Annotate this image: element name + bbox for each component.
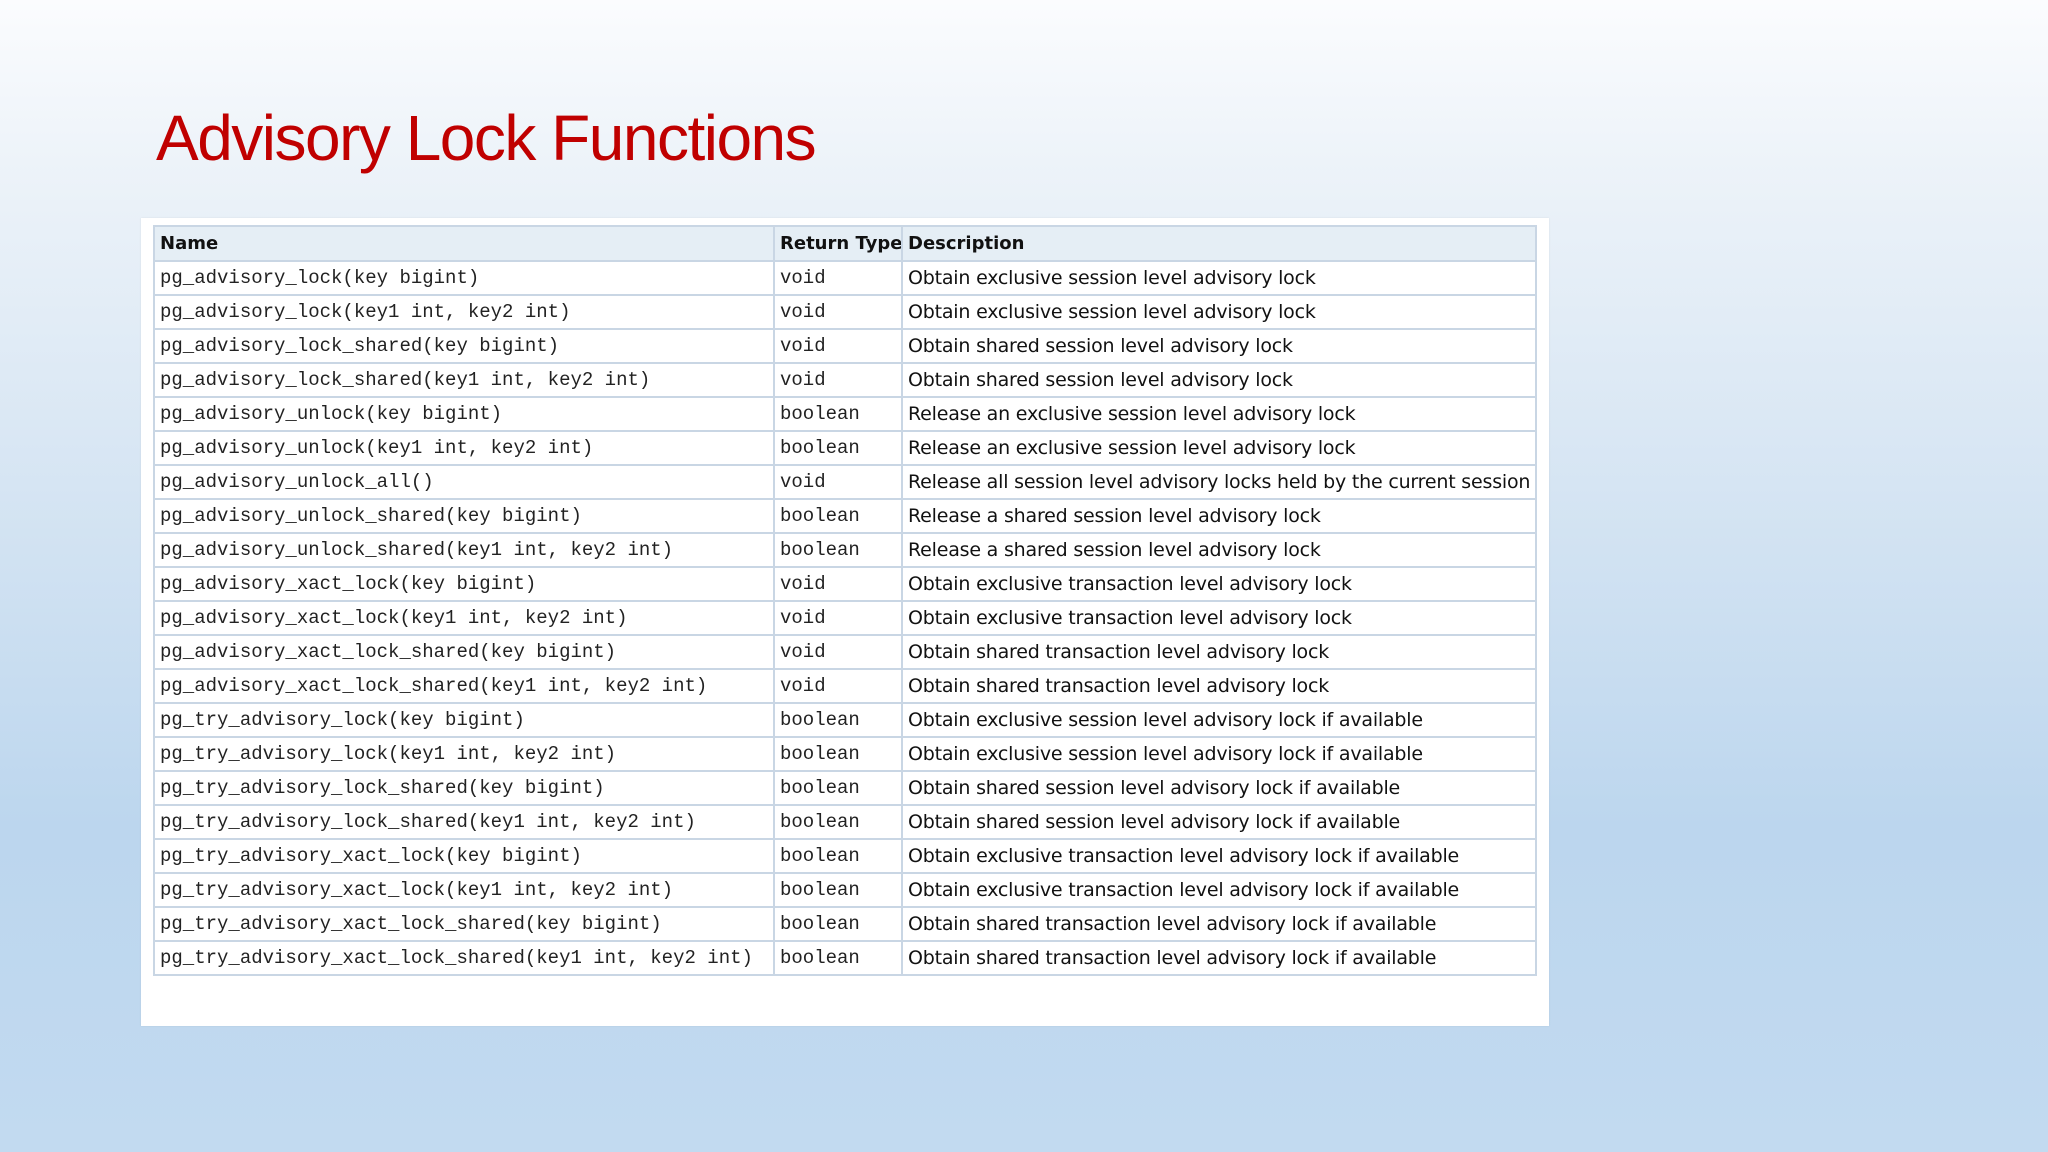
table-row: pg_advisory_lock_shared(key bigint) void O… (153, 328, 1537, 364)
function-name-cell: pg_try_advisory_lock_shared(key1 int, ke… (153, 804, 775, 840)
table-row: pg_try_advisory_xact_lock(key bigint) boo… (153, 838, 1537, 874)
table-header: Name Return Type Description (153, 225, 1537, 262)
return-type-cell: void (773, 328, 903, 364)
function-name-cell: pg_advisory_unlock(key1 int, key2 int) (153, 430, 775, 466)
table-body: pg_advisory_lock(key bigint) void Obtain e… (153, 260, 1537, 976)
description-cell: Obtain exclusive session level advisory … (901, 294, 1537, 330)
table-row: pg_advisory_xact_lock_shared(key bigint)… (153, 634, 1537, 670)
return-type-cell: void (773, 464, 903, 500)
return-type-cell: boolean (773, 770, 903, 806)
table-row: pg_advisory_unlock_shared(key bigint) boo… (153, 498, 1537, 534)
description-cell: Obtain shared session level advisory loc… (901, 362, 1537, 398)
table-row: pg_advisory_unlock_all() void Release all … (153, 464, 1537, 500)
description-cell: Obtain shared transaction level advisory… (901, 940, 1537, 976)
function-name-cell: pg_advisory_xact_lock(key1 int, key2 int… (153, 600, 775, 636)
table-row: pg_try_advisory_xact_lock(key1 int, key2… (153, 872, 1537, 908)
function-name-cell: pg_advisory_lock(key bigint) (153, 260, 775, 296)
function-name-cell: pg_try_advisory_lock(key bigint) (153, 702, 775, 738)
return-type-cell: void (773, 634, 903, 670)
table-frame: Name Return Type Description pg_advisory… (141, 218, 1549, 1026)
description-cell: Obtain exclusive transaction level advis… (901, 838, 1537, 874)
return-type-cell: void (773, 600, 903, 636)
table-row: pg_try_advisory_lock(key bigint) boolean O… (153, 702, 1537, 738)
table-row: pg_advisory_xact_lock(key bigint) void Obt… (153, 566, 1537, 602)
table-row: pg_advisory_lock(key bigint) void Obtain e… (153, 260, 1537, 296)
table-row: pg_try_advisory_lock(key1 int, key2 int)… (153, 736, 1537, 772)
function-name-cell: pg_try_advisory_xact_lock(key1 int, key2… (153, 872, 775, 908)
table-row: pg_advisory_unlock(key bigint) boolean Rel… (153, 396, 1537, 432)
slide-title: Advisory Lock Functions (156, 102, 817, 174)
table-row: pg_advisory_xact_lock_shared(key1 int, k… (153, 668, 1537, 704)
table-row: pg_try_advisory_xact_lock_shared(key big… (153, 906, 1537, 942)
description-cell: Obtain shared session level advisory loc… (901, 804, 1537, 840)
function-name-cell: pg_advisory_lock_shared(key1 int, key2 i… (153, 362, 775, 398)
function-name-cell: pg_try_advisory_lock_shared(key bigint) (153, 770, 775, 806)
advisory-lock-functions-table: Name Return Type Description pg_advisory… (153, 225, 1537, 976)
return-type-cell: boolean (773, 804, 903, 840)
table-row: pg_advisory_unlock_shared(key1 int, key2… (153, 532, 1537, 568)
description-cell: Obtain exclusive transaction level advis… (901, 566, 1537, 602)
function-name-cell: pg_advisory_unlock_shared(key bigint) (153, 498, 775, 534)
return-type-cell: boolean (773, 498, 903, 534)
table-row: pg_advisory_lock_shared(key1 int, key2 i… (153, 362, 1537, 398)
table-row: pg_advisory_unlock(key1 int, key2 int) bo… (153, 430, 1537, 466)
description-cell: Obtain shared transaction level advisory… (901, 906, 1537, 942)
return-type-cell: boolean (773, 430, 903, 466)
description-cell: Obtain shared transaction level advisory… (901, 668, 1537, 704)
function-name-cell: pg_advisory_xact_lock_shared(key bigint) (153, 634, 775, 670)
return-type-cell: boolean (773, 940, 903, 976)
return-type-cell: void (773, 362, 903, 398)
description-cell: Obtain exclusive transaction level advis… (901, 600, 1537, 636)
function-name-cell: pg_advisory_xact_lock_shared(key1 int, k… (153, 668, 775, 704)
description-cell: Release all session level advisory locks… (901, 464, 1537, 500)
return-type-cell: boolean (773, 906, 903, 942)
return-type-cell: boolean (773, 736, 903, 772)
function-name-cell: pg_advisory_lock(key1 int, key2 int) (153, 294, 775, 330)
function-name-cell: pg_advisory_lock_shared(key bigint) (153, 328, 775, 364)
return-type-cell: void (773, 294, 903, 330)
function-name-cell: pg_try_advisory_xact_lock_shared(key big… (153, 906, 775, 942)
return-type-cell: void (773, 566, 903, 602)
return-type-cell: void (773, 260, 903, 296)
description-cell: Release an exclusive session level advis… (901, 430, 1537, 466)
description-cell: Release an exclusive session level advis… (901, 396, 1537, 432)
function-name-cell: pg_advisory_unlock_shared(key1 int, key2… (153, 532, 775, 568)
description-cell: Obtain shared session level advisory loc… (901, 770, 1537, 806)
header-row: Name Return Type Description (153, 225, 1537, 262)
description-cell: Release a shared session level advisory … (901, 532, 1537, 568)
description-cell: Obtain shared session level advisory loc… (901, 328, 1537, 364)
function-name-cell: pg_try_advisory_xact_lock(key bigint) (153, 838, 775, 874)
column-header-description: Description (901, 225, 1537, 262)
description-cell: Obtain exclusive transaction level advis… (901, 872, 1537, 908)
function-name-cell: pg_advisory_xact_lock(key bigint) (153, 566, 775, 602)
table-row: pg_try_advisory_lock_shared(key bigint) b… (153, 770, 1537, 806)
function-name-cell: pg_advisory_unlock(key bigint) (153, 396, 775, 432)
return-type-cell: boolean (773, 872, 903, 908)
description-cell: Release a shared session level advisory … (901, 498, 1537, 534)
return-type-cell: boolean (773, 702, 903, 738)
table-row: pg_try_advisory_xact_lock_shared(key1 in… (153, 940, 1537, 976)
return-type-cell: boolean (773, 532, 903, 568)
return-type-cell: boolean (773, 396, 903, 432)
return-type-cell: boolean (773, 838, 903, 874)
description-cell: Obtain exclusive session level advisory … (901, 736, 1537, 772)
table-row: pg_advisory_lock(key1 int, key2 int) void… (153, 294, 1537, 330)
column-header-return-type: Return Type (773, 225, 903, 262)
function-name-cell: pg_try_advisory_xact_lock_shared(key1 in… (153, 940, 775, 976)
table-row: pg_advisory_xact_lock(key1 int, key2 int… (153, 600, 1537, 636)
return-type-cell: void (773, 668, 903, 704)
function-name-cell: pg_try_advisory_lock(key1 int, key2 int) (153, 736, 775, 772)
column-header-name: Name (153, 225, 775, 262)
description-cell: Obtain exclusive session level advisory … (901, 260, 1537, 296)
function-name-cell: pg_advisory_unlock_all() (153, 464, 775, 500)
description-cell: Obtain shared transaction level advisory… (901, 634, 1537, 670)
description-cell: Obtain exclusive session level advisory … (901, 702, 1537, 738)
table-row: pg_try_advisory_lock_shared(key1 int, ke… (153, 804, 1537, 840)
